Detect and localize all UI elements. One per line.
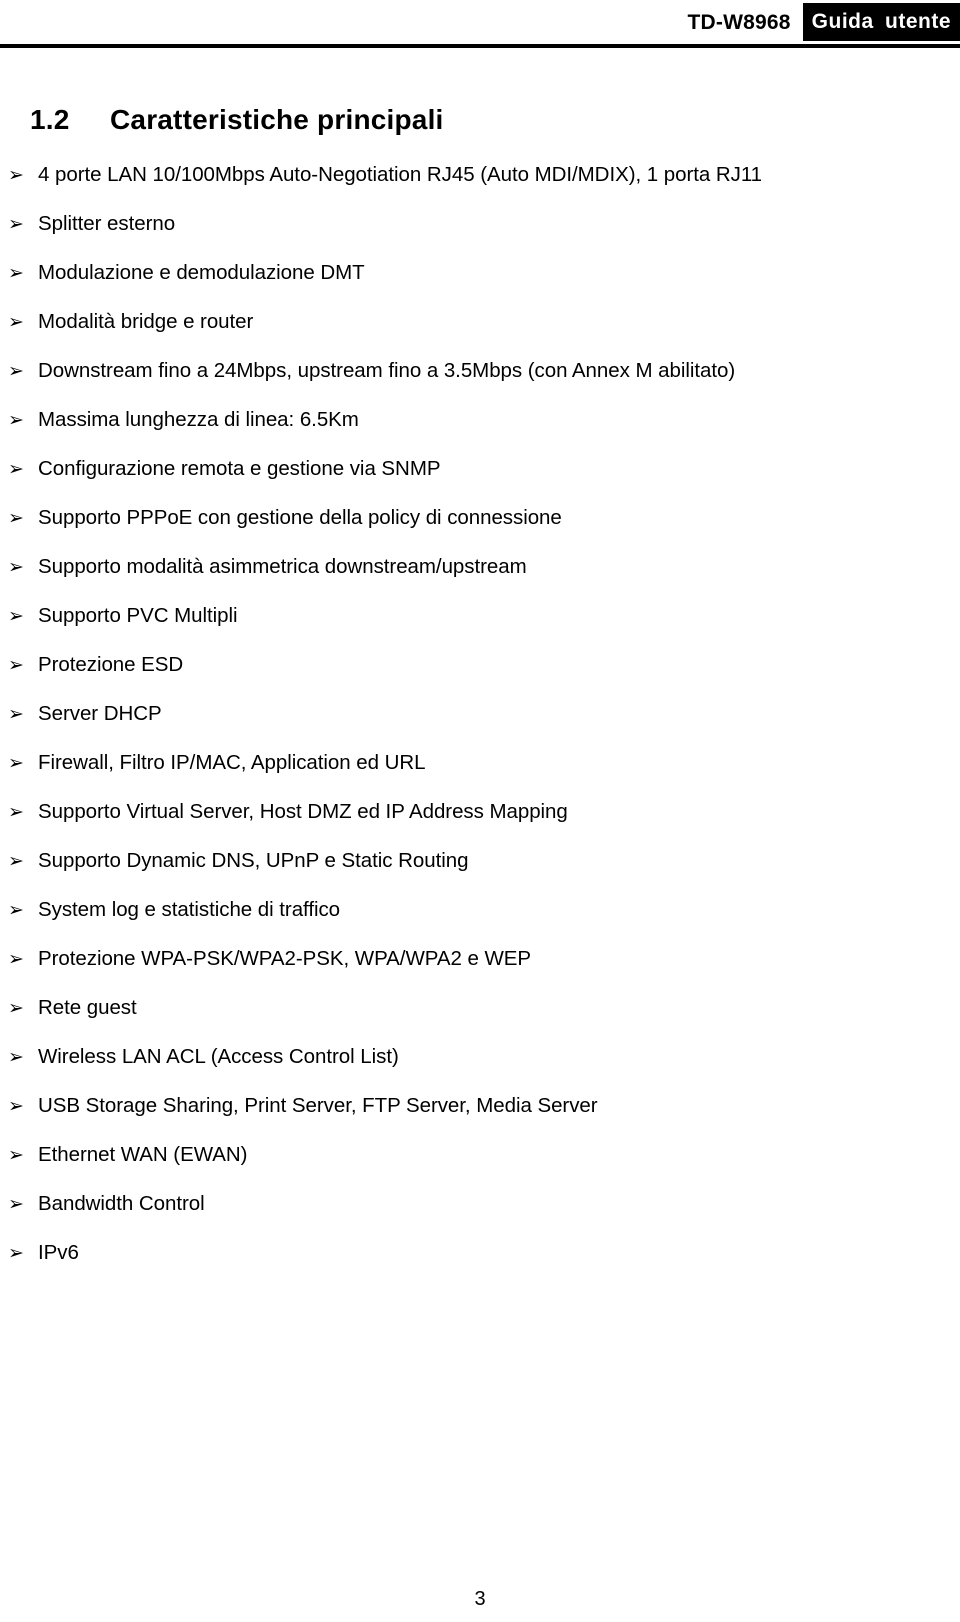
feature-label: Supporto Dynamic DNS, UPnP e Static Rout… [38, 848, 469, 872]
feature-list-item: ➢ Modalità bridge e router [0, 309, 960, 358]
feature-list-item: ➢ Ethernet WAN (EWAN) [0, 1142, 960, 1191]
feature-label: System log e statistiche di traffico [38, 897, 341, 921]
page-number: 3 [474, 1588, 486, 1610]
feature-list-item: ➢ Wireless LAN ACL (Access Control List) [0, 1044, 960, 1093]
feature-label: Splitter esterno [38, 211, 176, 235]
arrow-bullet-icon: ➢ [8, 457, 24, 480]
feature-label: Downstream fino a 24Mbps, upstream fino … [38, 358, 736, 382]
arrow-bullet-icon: ➢ [8, 702, 24, 725]
page-footer: 3 [0, 1588, 960, 1611]
feature-label: Server DHCP [38, 701, 162, 725]
feature-label: Massima lunghezza di linea: 6.5Km [38, 407, 359, 431]
feature-label: USB Storage Sharing, Print Server, FTP S… [38, 1093, 598, 1117]
feature-label: Modulazione e demodulazione DMT [38, 260, 365, 284]
feature-label: Supporto Virtual Server, Host DMZ ed IP … [38, 799, 568, 823]
section-heading: 1.2 Caratteristiche principali [0, 104, 960, 136]
feature-list-item: ➢ Protezione ESD [0, 652, 960, 701]
arrow-bullet-icon: ➢ [8, 506, 24, 529]
feature-label: Supporto PPPoE con gestione della policy… [38, 505, 562, 529]
guide-label-badge: Guida utente [802, 3, 960, 41]
arrow-bullet-icon: ➢ [8, 1094, 24, 1117]
document-model-name: TD-W8968 [687, 10, 791, 34]
header-divider-rule [0, 44, 960, 48]
arrow-bullet-icon: ➢ [8, 408, 24, 431]
header-title-row: TD-W8968 Guida utente [688, 2, 960, 42]
feature-list-item: ➢ Server DHCP [0, 701, 960, 750]
feature-list-item: ➢ Rete guest [0, 995, 960, 1044]
feature-list-item: ➢ Configurazione remota e gestione via SN… [0, 456, 960, 505]
arrow-bullet-icon: ➢ [8, 1143, 24, 1166]
feature-list-item: ➢ Firewall, Filtro IP/MAC, Application ed… [0, 750, 960, 799]
arrow-bullet-icon: ➢ [8, 800, 24, 823]
feature-label: Protezione ESD [38, 652, 184, 676]
feature-label: Protezione WPA-PSK/WPA2-PSK, WPA/WPA2 e … [38, 946, 532, 970]
feature-label: Ethernet WAN (EWAN) [38, 1142, 248, 1166]
arrow-bullet-icon: ➢ [8, 996, 24, 1019]
arrow-bullet-icon: ➢ [8, 653, 24, 676]
feature-label: IPv6 [38, 1240, 79, 1264]
feature-list-item: ➢ Supporto Dynamic DNS, UPnP e Static Rou… [0, 848, 960, 897]
feature-list-item: ➢ IPv6 [0, 1240, 960, 1289]
arrow-bullet-icon: ➢ [8, 212, 24, 235]
feature-list-item: ➢ Protezione WPA-PSK/WPA2-PSK, WPA/WPA2 e… [0, 946, 960, 995]
feature-list-item: ➢ Downstream fino a 24Mbps, upstream fino… [0, 358, 960, 407]
arrow-bullet-icon: ➢ [8, 555, 24, 578]
feature-list-item: ➢ Supporto PVC Multipli [0, 603, 960, 652]
arrow-bullet-icon: ➢ [8, 751, 24, 774]
feature-label: Wireless LAN ACL (Access Control List) [38, 1044, 399, 1068]
page-header: TD-W8968 Guida utente [0, 0, 960, 50]
arrow-bullet-icon: ➢ [8, 947, 24, 970]
arrow-bullet-icon: ➢ [8, 849, 24, 872]
feature-list-item: ➢ 4 porte LAN 10/100Mbps Auto-Negotiation… [0, 162, 960, 211]
feature-list-item: ➢ System log e statistiche di traffico [0, 897, 960, 946]
feature-label: Supporto modalità asimmetrica downstream… [38, 554, 527, 578]
arrow-bullet-icon: ➢ [8, 1241, 24, 1264]
feature-list: ➢ 4 porte LAN 10/100Mbps Auto-Negotiation… [0, 162, 960, 1289]
section-number: 1.2 [30, 103, 70, 135]
feature-label: 4 porte LAN 10/100Mbps Auto-Negotiation … [38, 162, 763, 186]
feature-label: Bandwidth Control [38, 1191, 205, 1215]
arrow-bullet-icon: ➢ [8, 604, 24, 627]
arrow-bullet-icon: ➢ [8, 359, 24, 382]
feature-label: Modalità bridge e router [38, 309, 254, 333]
feature-list-item: ➢ Modulazione e demodulazione DMT [0, 260, 960, 309]
feature-label: Configurazione remota e gestione via SNM… [38, 456, 441, 480]
feature-list-item: ➢ Supporto PPPoE con gestione della polic… [0, 505, 960, 554]
feature-list-item: ➢ Massima lunghezza di linea: 6.5Km [0, 407, 960, 456]
feature-list-item: ➢ Bandwidth Control [0, 1191, 960, 1240]
feature-list-item: ➢ Supporto modalità asimmetrica downstrea… [0, 554, 960, 603]
arrow-bullet-icon: ➢ [8, 310, 24, 333]
feature-list-item: ➢ Supporto Virtual Server, Host DMZ ed IP… [0, 799, 960, 848]
feature-label: Supporto PVC Multipli [38, 603, 238, 627]
arrow-bullet-icon: ➢ [8, 261, 24, 284]
feature-label: Rete guest [38, 995, 137, 1019]
arrow-bullet-icon: ➢ [8, 1045, 24, 1068]
feature-list-item: ➢ Splitter esterno [0, 211, 960, 260]
arrow-bullet-icon: ➢ [8, 898, 24, 921]
arrow-bullet-icon: ➢ [8, 1192, 24, 1215]
feature-list-item: ➢ USB Storage Sharing, Print Server, FTP … [0, 1093, 960, 1142]
feature-label: Firewall, Filtro IP/MAC, Application ed … [38, 750, 426, 774]
arrow-bullet-icon: ➢ [8, 163, 24, 186]
page-content: 1.2 Caratteristiche principali ➢ 4 porte … [0, 85, 960, 1289]
section-title: Caratteristiche principali [110, 103, 444, 135]
